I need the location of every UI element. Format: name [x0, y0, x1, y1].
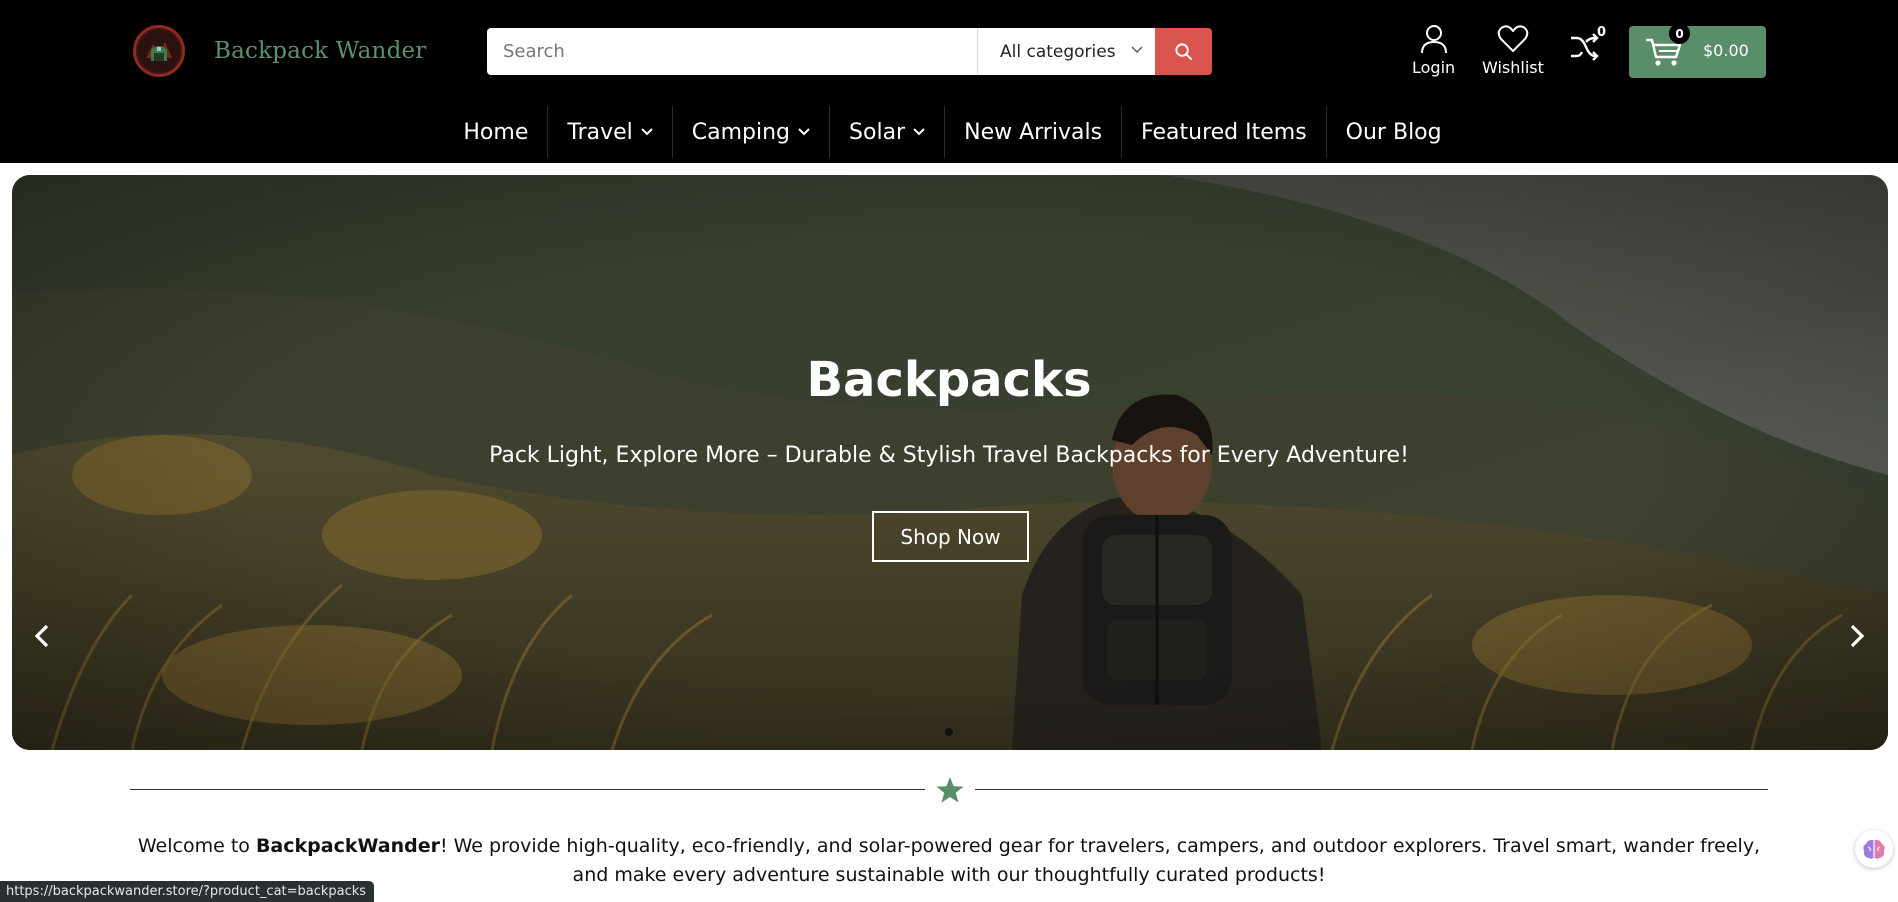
nav-item-camping[interactable]: Camping — [673, 106, 831, 158]
nav-item-new-arrivals[interactable]: New Arrivals — [945, 106, 1123, 158]
welcome-suffix: ! We provide high-quality, eco-friendly,… — [439, 835, 1761, 886]
login-label: Login — [1412, 58, 1456, 77]
user-icon — [1420, 25, 1447, 54]
wishlist-label: Wishlist — [1482, 58, 1544, 77]
site-header: Backpack Wander All categories Login Wis… — [0, 0, 1898, 163]
chevron-down-icon — [798, 128, 810, 136]
chevron-down-icon — [913, 128, 925, 136]
hero-subtitle: Pack Light, Explore More – Durable & Sty… — [489, 443, 1409, 468]
star-icon — [936, 777, 964, 803]
hero-title: Backpacks — [806, 352, 1092, 408]
heart-icon — [1497, 25, 1529, 52]
nav-item-solar[interactable]: Solar — [830, 106, 946, 158]
nav-item-label: Camping — [691, 119, 791, 145]
chat-assistant-button[interactable] — [1855, 830, 1893, 868]
status-bar-url: https://backpackwander.store/?product_ca… — [0, 881, 375, 902]
brain-icon — [1863, 839, 1885, 859]
category-select-value: All categories — [1000, 41, 1116, 62]
search-input[interactable] — [487, 28, 977, 75]
welcome-brand: BackpackWander — [255, 835, 440, 857]
slider-dot[interactable] — [945, 728, 953, 736]
chevron-down-icon — [1131, 46, 1143, 53]
cart-button[interactable]: $0.00 — [1629, 26, 1766, 78]
shop-now-button[interactable]: Shop Now — [872, 511, 1029, 562]
nav-item-label: Solar — [849, 119, 906, 145]
login-link[interactable]: Login — [1412, 24, 1455, 77]
welcome-prefix: Welcome to — [137, 835, 256, 857]
nav-item-label: Home — [463, 119, 529, 145]
slider-prev-arrow[interactable] — [32, 623, 52, 649]
divider-line-left — [130, 789, 925, 790]
nav-item-label: New Arrivals — [964, 119, 1103, 145]
welcome-text: Welcome to BackpackWander! We provide hi… — [130, 832, 1768, 890]
nav-item-label: Our Blog — [1345, 119, 1442, 145]
main-nav: Home Travel Camping Solar New Arrivals F… — [0, 106, 1898, 158]
compare-icon[interactable] — [1569, 32, 1599, 62]
wishlist-link[interactable]: Wishlist — [1482, 24, 1544, 77]
nav-item-label: Travel — [567, 119, 633, 145]
search-button[interactable] — [1155, 28, 1212, 75]
divider-line-right — [975, 789, 1768, 790]
chevron-down-icon — [641, 128, 653, 136]
nav-item-our-blog[interactable]: Our Blog — [1327, 106, 1461, 158]
nav-item-label: Featured Items — [1141, 119, 1307, 145]
cart-total: $0.00 — [1703, 41, 1749, 60]
search-bar: All categories — [487, 28, 1212, 75]
cart-count-badge: 0 — [1669, 23, 1690, 44]
nav-item-featured-items[interactable]: Featured Items — [1122, 106, 1327, 158]
category-select[interactable]: All categories — [977, 28, 1155, 75]
slider-next-arrow[interactable] — [1847, 623, 1867, 649]
slider-dots — [0, 728, 1898, 736]
brand-logo-link[interactable]: Backpack Wander — [133, 25, 427, 77]
backpack-logo-icon — [133, 25, 185, 77]
nav-item-travel[interactable]: Travel — [548, 106, 673, 158]
brand-name[interactable]: Backpack Wander — [214, 38, 427, 64]
compare-count-badge: 0 — [1597, 25, 1607, 40]
nav-item-home[interactable]: Home — [444, 106, 549, 158]
search-icon — [1175, 43, 1193, 61]
